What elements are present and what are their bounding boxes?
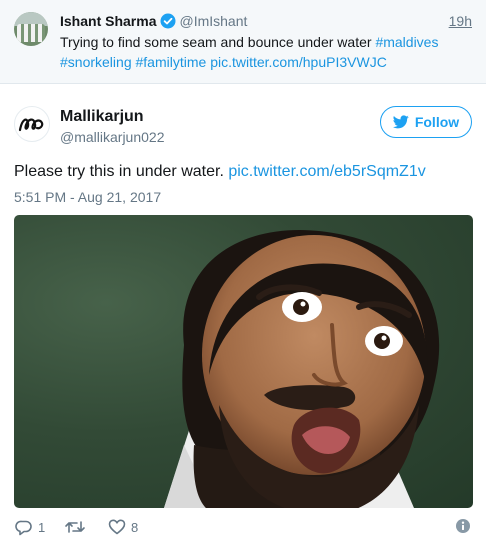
tweet-timestamp[interactable]: 5:51 PM - Aug 21, 2017 [14,188,161,206]
author-handle[interactable]: @mallikarjun022 [60,128,164,146]
tweet-text: Please try this in under water. pic.twit… [14,161,474,183]
info-action[interactable] [455,518,471,534]
like-action[interactable]: 8 [108,514,138,540]
tweet-text-plain: Please try this in under water. [14,163,229,180]
parent-avatar[interactable] [14,12,48,46]
follow-button[interactable]: Follow [380,106,472,138]
verified-badge-icon [160,13,176,33]
retweet-icon [65,521,85,533]
hashtag-familytime[interactable]: #familytime [136,54,207,70]
photo-face-illustration [164,229,440,508]
parent-text-plain: Trying to find some seam and bounce unde… [60,34,376,50]
tweet-photo[interactable] [14,215,473,508]
hashtag-maldives[interactable]: #maldives [375,34,438,50]
avatar-figures [17,24,45,42]
heart-icon [108,519,126,535]
parent-timestamp[interactable]: 19h [449,12,472,30]
reply-count: 1 [38,519,46,535]
hashtag-snorkeling[interactable]: #snorkeling [60,54,132,70]
like-count: 8 [131,519,139,535]
info-icon [456,519,470,533]
parent-header: Ishant Sharma @ImIshant [60,12,247,33]
author-name[interactable]: Mallikarjun [60,107,144,127]
follow-label: Follow [414,114,460,130]
twitter-bird-icon [392,115,409,129]
parent-tweet-text: Trying to find some seam and bounce unde… [60,32,470,72]
reply-icon [15,520,32,536]
author-avatar[interactable] [14,106,50,142]
reply-action[interactable]: 1 [15,514,45,540]
parent-pic-link[interactable]: pic.twitter.com/hpuPI3VWJC [210,54,387,70]
parent-tweet[interactable]: Ishant Sharma @ImIshant 19h Trying to fin… [0,0,486,84]
tweet-actions-bar: 1 8 [0,514,486,540]
retweet-action[interactable] [64,514,91,540]
parent-author-handle[interactable]: @ImIshant [179,13,247,29]
signature-logo-icon [18,118,44,132]
parent-author-name[interactable]: Ishant Sharma [60,13,156,29]
tweet-pic-link[interactable]: pic.twitter.com/eb5rSqmZ1v [228,163,425,180]
